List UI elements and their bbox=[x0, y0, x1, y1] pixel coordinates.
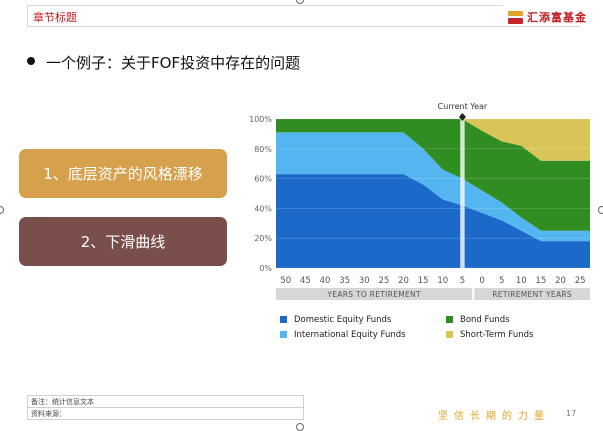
x-tick-label: 15 bbox=[418, 276, 429, 286]
x-group-label-1: RETIREMENT YEARS bbox=[492, 290, 572, 299]
x-group-label-0: YEARS TO RETIREMENT bbox=[326, 290, 421, 299]
footer-slogan: 坚信长期的力量 bbox=[438, 411, 550, 422]
logo-icon bbox=[508, 10, 523, 24]
current-year-marker bbox=[460, 119, 465, 268]
selection-handle-bottom[interactable] bbox=[296, 423, 304, 431]
x-tick-label: 10 bbox=[437, 276, 448, 286]
legend-swatch-2 bbox=[446, 316, 453, 323]
legend-label-0: Domestic Equity Funds bbox=[294, 315, 392, 325]
x-tick-label: 35 bbox=[339, 276, 350, 286]
x-tick-label: 25 bbox=[379, 276, 390, 286]
x-axis-groups: YEARS TO RETIREMENT RETIREMENT YEARS bbox=[276, 288, 590, 300]
y-tick-label: 100% bbox=[249, 115, 272, 124]
y-tick-label: 60% bbox=[254, 175, 272, 184]
chart-legend: Domestic Equity Funds International Equit… bbox=[280, 315, 534, 340]
current-year-label: Current Year bbox=[438, 102, 488, 111]
x-tick-label: 15 bbox=[536, 276, 547, 286]
footer-notes: 备注：统计信息文本 资料来源： bbox=[27, 395, 304, 420]
header-bar bbox=[27, 5, 503, 27]
legend-swatch-0 bbox=[280, 316, 287, 323]
x-axis-ticks: 50 45 40 35 30 25 20 15 10 5 0 5 10 15 20 25 bbox=[280, 276, 585, 286]
chart-areas bbox=[276, 119, 590, 268]
company-logo: 汇添富基金 bbox=[508, 8, 587, 26]
legend-label-3: Short-Term Funds bbox=[460, 330, 534, 340]
style-drift-button[interactable]: 1、底层资产的风格漂移 bbox=[19, 149, 227, 198]
x-tick-label: 30 bbox=[359, 276, 370, 286]
legend-swatch-3 bbox=[446, 331, 453, 338]
legend-swatch-1 bbox=[280, 331, 287, 338]
slide: 章节标题 汇添富基金 一个例子：关于FOF投资中存在的问题 1、底层资产的风格漂… bbox=[0, 0, 603, 431]
bullet-text: 一个例子：关于FOF投资中存在的问题 bbox=[46, 54, 301, 72]
x-tick-label: 5 bbox=[460, 276, 465, 286]
legend-label-1: International Equity Funds bbox=[294, 330, 406, 340]
x-tick-label: 50 bbox=[280, 276, 291, 286]
glide-path-chart: 0%20%40%60%80%100% 50 45 40 35 30 25 20 15 10 5 0 5… bbox=[249, 102, 590, 340]
x-tick-label: 45 bbox=[300, 276, 311, 286]
header-divider bbox=[503, 26, 581, 27]
selection-handle-top[interactable] bbox=[296, 0, 304, 4]
y-tick-label: 80% bbox=[254, 145, 272, 154]
y-tick-label: 40% bbox=[254, 204, 272, 213]
x-tick-label: 25 bbox=[575, 276, 586, 286]
x-tick-label: 5 bbox=[499, 276, 504, 286]
page-number: 17 bbox=[566, 409, 577, 418]
glide-path-button[interactable]: 2、下滑曲线 bbox=[19, 217, 227, 266]
selection-handle-left[interactable] bbox=[0, 206, 4, 214]
bullet-dot-icon bbox=[27, 57, 35, 65]
x-tick-label: 10 bbox=[516, 276, 527, 286]
y-tick-label: 0% bbox=[259, 264, 272, 273]
x-tick-label: 20 bbox=[398, 276, 409, 286]
footer-source: 资料来源： bbox=[27, 407, 304, 420]
section-title: 章节标题 bbox=[33, 11, 77, 24]
selection-handle-right[interactable] bbox=[598, 206, 603, 214]
x-tick-label: 0 bbox=[479, 276, 484, 286]
x-tick-label: 20 bbox=[555, 276, 566, 286]
legend-label-2: Bond Funds bbox=[460, 315, 510, 325]
x-tick-label: 40 bbox=[320, 276, 331, 286]
logo-text: 汇添富基金 bbox=[527, 11, 587, 24]
footer-note: 备注：统计信息文本 bbox=[27, 395, 304, 408]
y-tick-label: 20% bbox=[254, 234, 272, 243]
